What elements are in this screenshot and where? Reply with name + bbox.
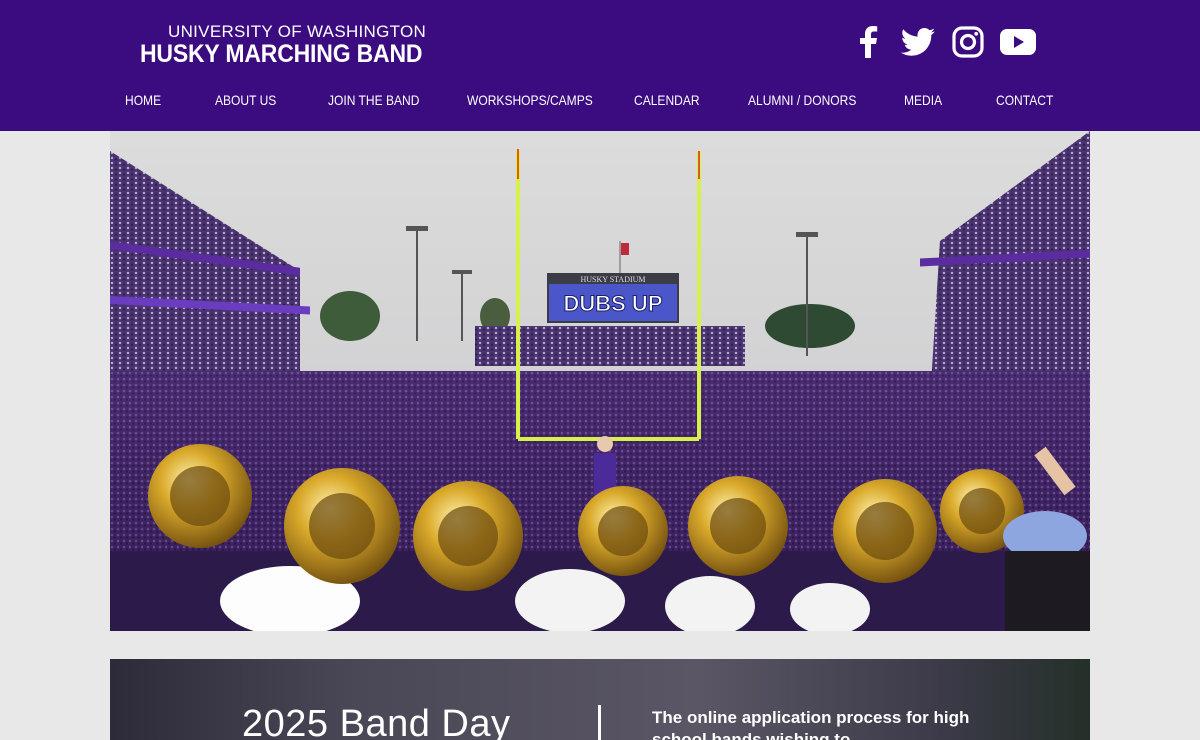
instagram-icon[interactable] bbox=[950, 24, 986, 60]
site-logo[interactable]: UNIVERSITY OF WASHINGTON HUSKY MARCHING … bbox=[140, 22, 447, 67]
band-day-promo[interactable]: 2025 Band Day The online application pro… bbox=[110, 659, 1090, 740]
nav-join-the-band[interactable]: JOIN THE BAND bbox=[328, 92, 419, 108]
nav-workshops-camps[interactable]: WORKSHOPS/CAMPS bbox=[467, 92, 593, 108]
social-links bbox=[850, 24, 1036, 60]
nav-contact[interactable]: CONTACT bbox=[996, 92, 1053, 108]
twitter-icon[interactable] bbox=[900, 24, 936, 60]
scoreboard-text: DUBS UP bbox=[563, 291, 662, 316]
site-header: UNIVERSITY OF WASHINGTON HUSKY MARCHING … bbox=[0, 0, 1200, 131]
nav-media[interactable]: MEDIA bbox=[904, 92, 942, 108]
nav-about-us[interactable]: ABOUT US bbox=[215, 92, 276, 108]
nav-home[interactable]: HOME bbox=[125, 92, 161, 108]
logo-band-text: HUSKY MARCHING BAND bbox=[140, 40, 423, 68]
promo-divider bbox=[598, 705, 601, 740]
youtube-icon[interactable] bbox=[1000, 24, 1036, 60]
promo-text: The online application process for high … bbox=[652, 708, 970, 740]
main-nav: HOME ABOUT US JOIN THE BAND WORKSHOPS/CA… bbox=[0, 92, 1200, 112]
logo-university-text: UNIVERSITY OF WASHINGTON bbox=[168, 22, 427, 41]
hero-stadium-photo: HUSKY STADIUM DUBS UP bbox=[110, 131, 1090, 631]
scoreboard-label: HUSKY STADIUM bbox=[580, 275, 645, 284]
nav-alumni-donors[interactable]: ALUMNI / DONORS bbox=[748, 92, 856, 108]
facebook-icon[interactable] bbox=[850, 24, 886, 60]
promo-title: 2025 Band Day bbox=[242, 703, 511, 740]
nav-calendar[interactable]: CALENDAR bbox=[634, 92, 700, 108]
